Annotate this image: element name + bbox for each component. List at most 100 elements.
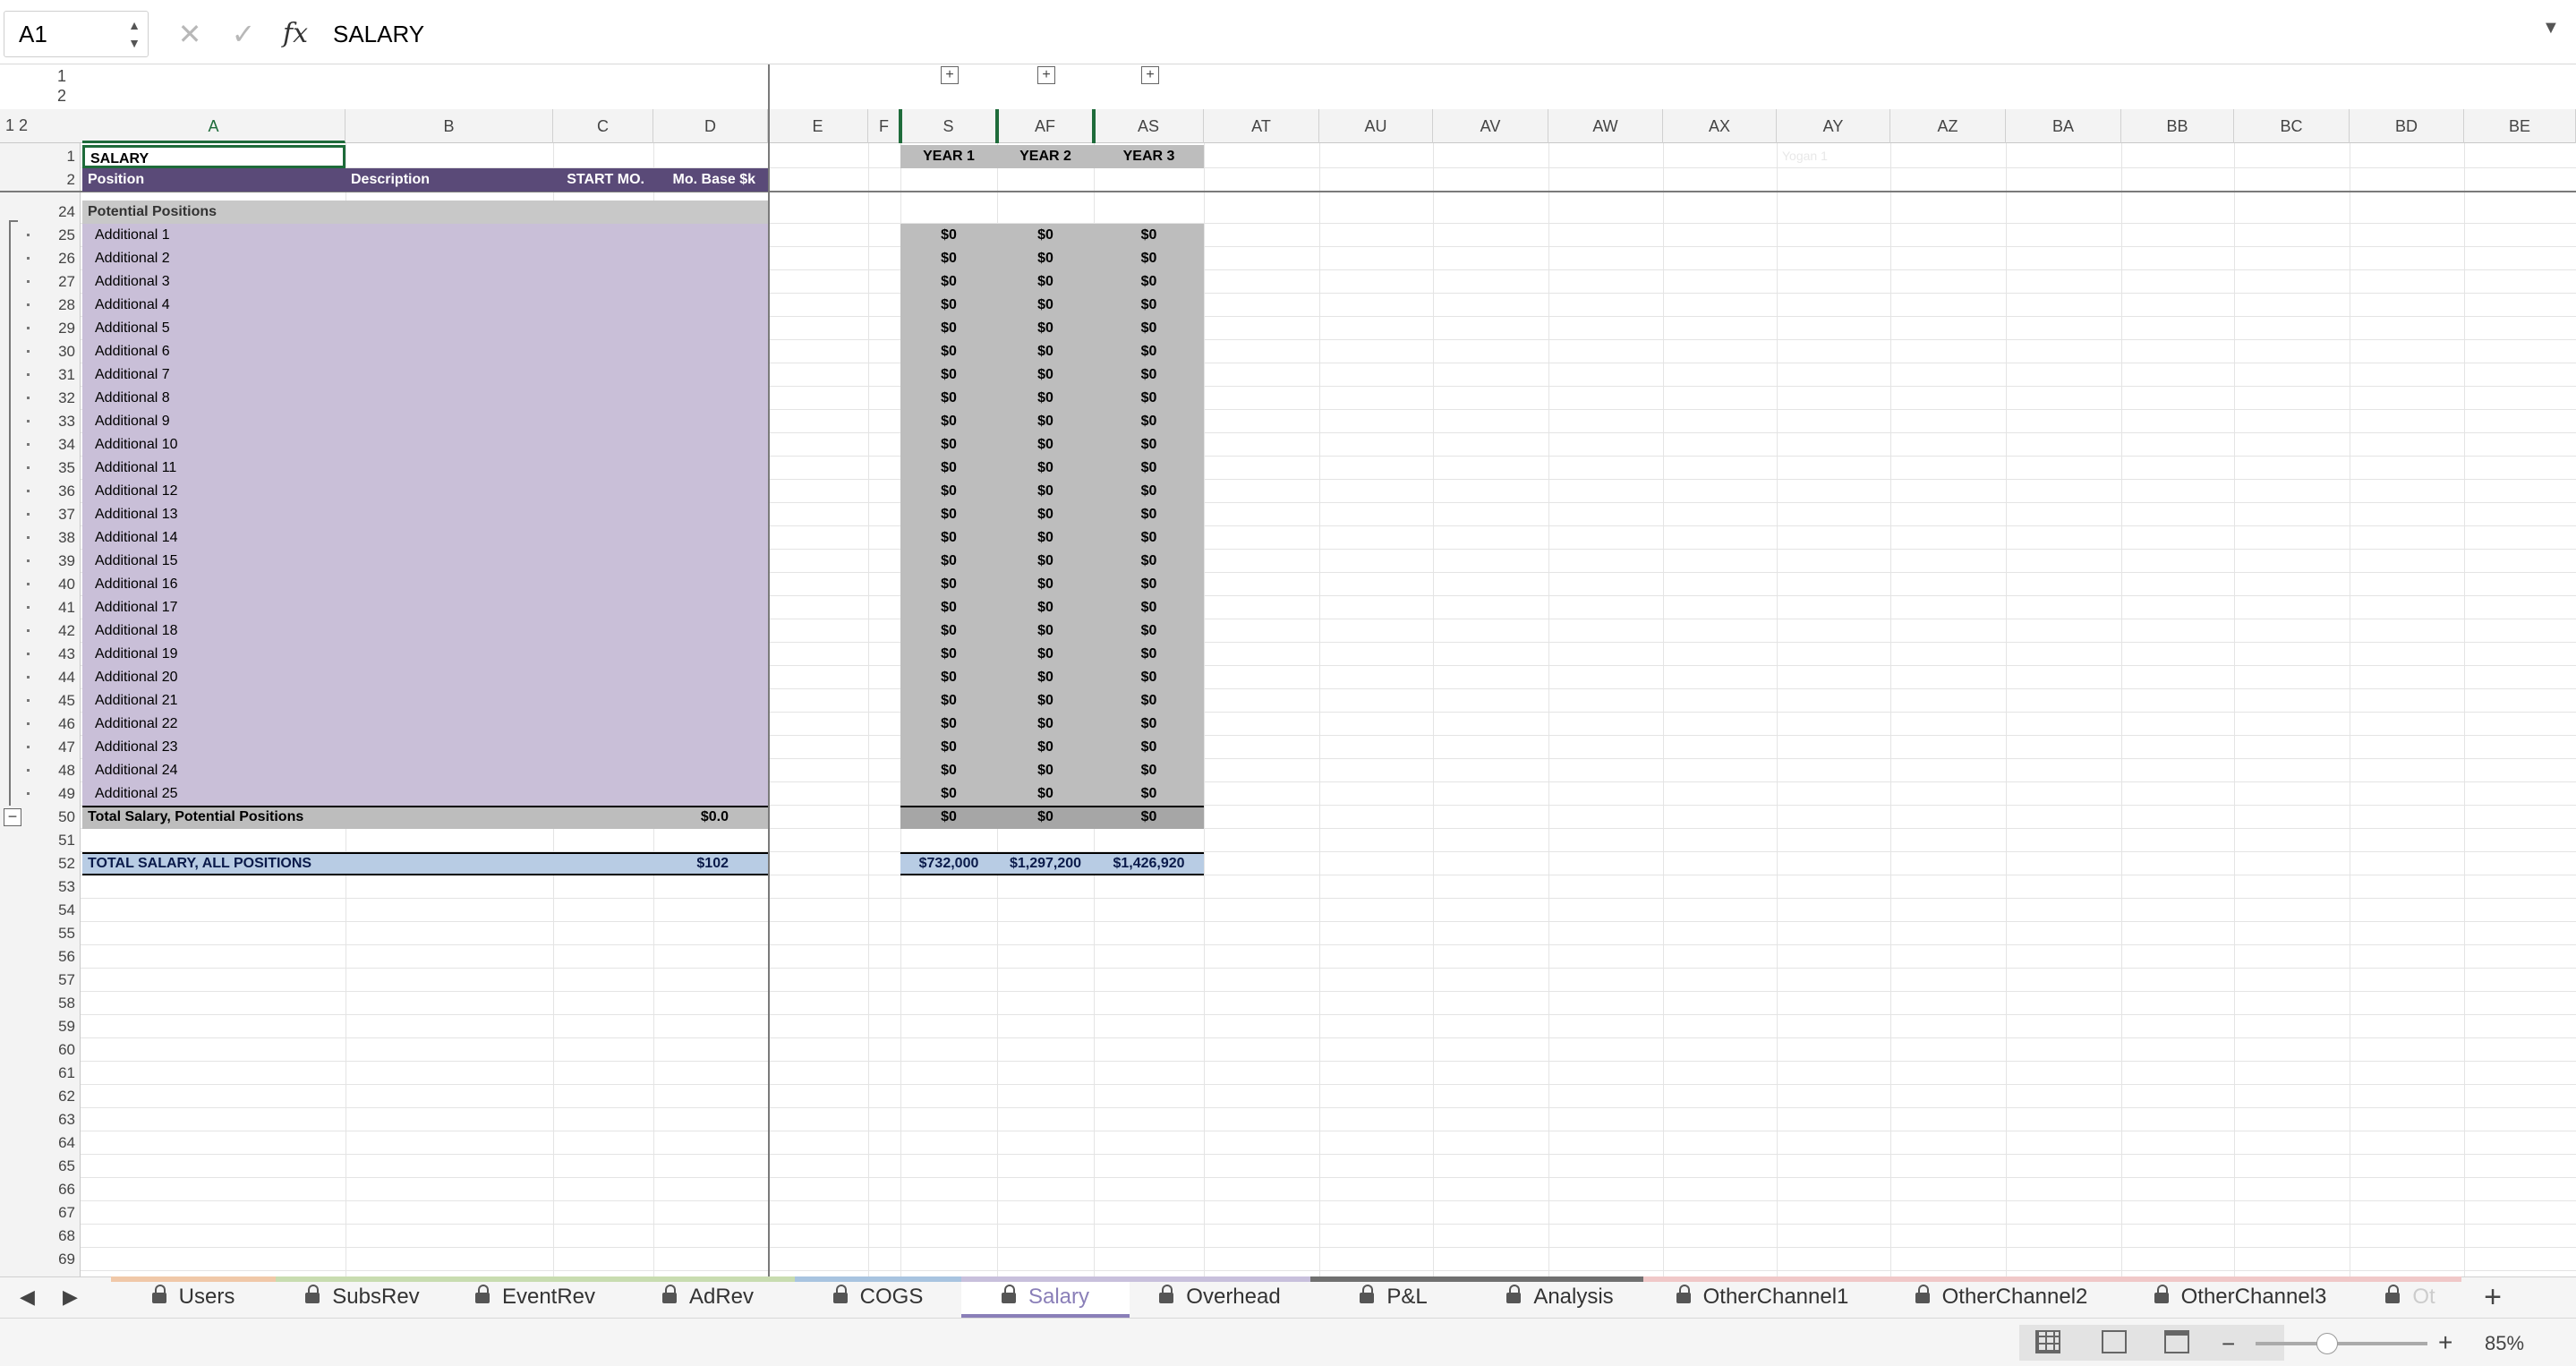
col-outline-level-2[interactable]: 2 <box>57 86 66 106</box>
column-header-e[interactable]: E <box>768 109 868 143</box>
total-potential-year[interactable]: $0 <box>900 806 997 829</box>
year-value[interactable]: $0 <box>1094 340 1204 363</box>
tab-eventrev[interactable]: EventRev <box>449 1276 621 1318</box>
column-header-a[interactable]: A <box>82 109 345 143</box>
expand-formula-icon[interactable]: ▼ <box>2542 18 2560 38</box>
year-value[interactable]: $0 <box>900 596 997 619</box>
year-value[interactable]: $0 <box>900 480 997 503</box>
page-layout-view-icon[interactable] <box>2102 1330 2127 1353</box>
year-value[interactable]: $0 <box>1094 410 1204 433</box>
tab-users[interactable]: Users <box>111 1276 276 1318</box>
year-value[interactable]: $0 <box>1094 736 1204 759</box>
column-header-d[interactable]: D <box>653 109 768 143</box>
row-header-26[interactable]: 26 <box>47 247 81 270</box>
position-label[interactable]: Additional 3 <box>82 270 345 294</box>
year-value[interactable]: $0 <box>900 550 997 573</box>
position-label[interactable]: Additional 6 <box>82 340 345 363</box>
year-value[interactable]: $0 <box>997 503 1094 526</box>
row-header-67[interactable]: 67 <box>47 1201 81 1225</box>
year-value[interactable]: $0 <box>997 457 1094 480</box>
year-value[interactable]: $0 <box>997 294 1094 317</box>
position-label[interactable]: Additional 5 <box>82 317 345 340</box>
year-value[interactable]: $0 <box>900 736 997 759</box>
year-value[interactable]: $0 <box>900 410 997 433</box>
row-header-59[interactable]: 59 <box>47 1015 81 1038</box>
row-header-63[interactable]: 63 <box>47 1108 81 1131</box>
tab-cogs[interactable]: COGS <box>795 1276 961 1318</box>
year-value[interactable]: $0 <box>997 782 1094 806</box>
year-value[interactable]: $0 <box>997 387 1094 410</box>
year-value[interactable]: $0 <box>900 387 997 410</box>
year-value[interactable]: $0 <box>1094 619 1204 643</box>
column-header-be[interactable]: BE <box>2464 109 2576 143</box>
year-value[interactable]: $0 <box>997 363 1094 387</box>
year-value[interactable]: $0 <box>900 317 997 340</box>
year-value[interactable]: $0 <box>900 666 997 689</box>
tab-otherchannel1[interactable]: OtherChannel1 <box>1643 1276 1881 1318</box>
function-icon[interactable]: fx <box>277 13 313 55</box>
row-header-69[interactable]: 69 <box>47 1248 81 1271</box>
row-header-56[interactable]: 56 <box>47 945 81 969</box>
year-value[interactable]: $0 <box>1094 550 1204 573</box>
year-value[interactable]: $0 <box>1094 713 1204 736</box>
row-header-66[interactable]: 66 <box>47 1178 81 1201</box>
tab-analysis[interactable]: Analysis <box>1477 1276 1643 1318</box>
row-header-32[interactable]: 32 <box>47 387 81 410</box>
year-value[interactable]: $0 <box>997 480 1094 503</box>
total-all-base[interactable]: $102 <box>653 852 768 875</box>
row-header-44[interactable]: 44 <box>47 666 81 689</box>
year-value[interactable]: $0 <box>900 619 997 643</box>
position-label[interactable]: Additional 4 <box>82 294 345 317</box>
year-header[interactable]: YEAR 1 <box>900 145 997 168</box>
total-all-year[interactable]: $1,297,200 <box>997 852 1094 875</box>
zoom-out-icon[interactable]: − <box>2222 1330 2235 1358</box>
column-header-c[interactable]: C <box>553 109 653 143</box>
column-header-at[interactable]: AT <box>1204 109 1319 143</box>
cell-title[interactable]: SALARY <box>82 145 345 168</box>
year-value[interactable]: $0 <box>1094 643 1204 666</box>
year-value[interactable]: $0 <box>900 503 997 526</box>
year-value[interactable]: $0 <box>1094 782 1204 806</box>
position-label[interactable]: Additional 1 <box>82 224 345 247</box>
zoom-slider-track[interactable] <box>2256 1342 2427 1345</box>
position-label[interactable]: Additional 25 <box>82 782 345 806</box>
formula-content[interactable]: SALARY <box>333 13 424 55</box>
row-header-43[interactable]: 43 <box>47 643 81 666</box>
row-header-57[interactable]: 57 <box>47 969 81 992</box>
row-header-33[interactable]: 33 <box>47 410 81 433</box>
row-header-55[interactable]: 55 <box>47 922 81 945</box>
row-header-38[interactable]: 38 <box>47 526 81 550</box>
tab-adrev[interactable]: AdRev <box>621 1276 795 1318</box>
year-value[interactable]: $0 <box>1094 317 1204 340</box>
year-value[interactable]: $0 <box>1094 294 1204 317</box>
year-value[interactable]: $0 <box>1094 666 1204 689</box>
year-value[interactable]: $0 <box>1094 573 1204 596</box>
next-sheet-icon[interactable]: ▶ <box>63 1285 78 1309</box>
year-value[interactable]: $0 <box>997 247 1094 270</box>
column-header-ba[interactable]: BA <box>2006 109 2121 143</box>
expand-group-icon[interactable]: + <box>941 66 959 84</box>
row-header-25[interactable]: 25 <box>47 224 81 247</box>
year-value[interactable]: $0 <box>1094 363 1204 387</box>
column-header-ax[interactable]: AX <box>1663 109 1777 143</box>
prev-sheet-icon[interactable]: ◀ <box>20 1285 35 1309</box>
row-header-65[interactable]: 65 <box>47 1155 81 1178</box>
header-start[interactable]: START MO. <box>553 168 653 192</box>
column-header-f[interactable]: F <box>868 109 900 143</box>
year-value[interactable]: $0 <box>997 270 1094 294</box>
total-potential-year[interactable]: $0 <box>1094 806 1204 829</box>
row-header-60[interactable]: 60 <box>47 1038 81 1062</box>
cancel-icon[interactable]: ✕ <box>172 13 208 55</box>
position-label[interactable]: Additional 17 <box>82 596 345 619</box>
position-label[interactable]: Additional 9 <box>82 410 345 433</box>
year-value[interactable]: $0 <box>1094 689 1204 713</box>
year-value[interactable]: $0 <box>900 270 997 294</box>
col-outline-level-1[interactable]: 1 <box>57 66 66 86</box>
year-value[interactable]: $0 <box>900 759 997 782</box>
column-header-bb[interactable]: BB <box>2121 109 2234 143</box>
tab-salary[interactable]: Salary <box>961 1276 1130 1318</box>
year-value[interactable]: $0 <box>900 294 997 317</box>
year-value[interactable]: $0 <box>1094 596 1204 619</box>
col-outline-levels[interactable]: 1 2 <box>57 66 66 106</box>
year-value[interactable]: $0 <box>1094 759 1204 782</box>
